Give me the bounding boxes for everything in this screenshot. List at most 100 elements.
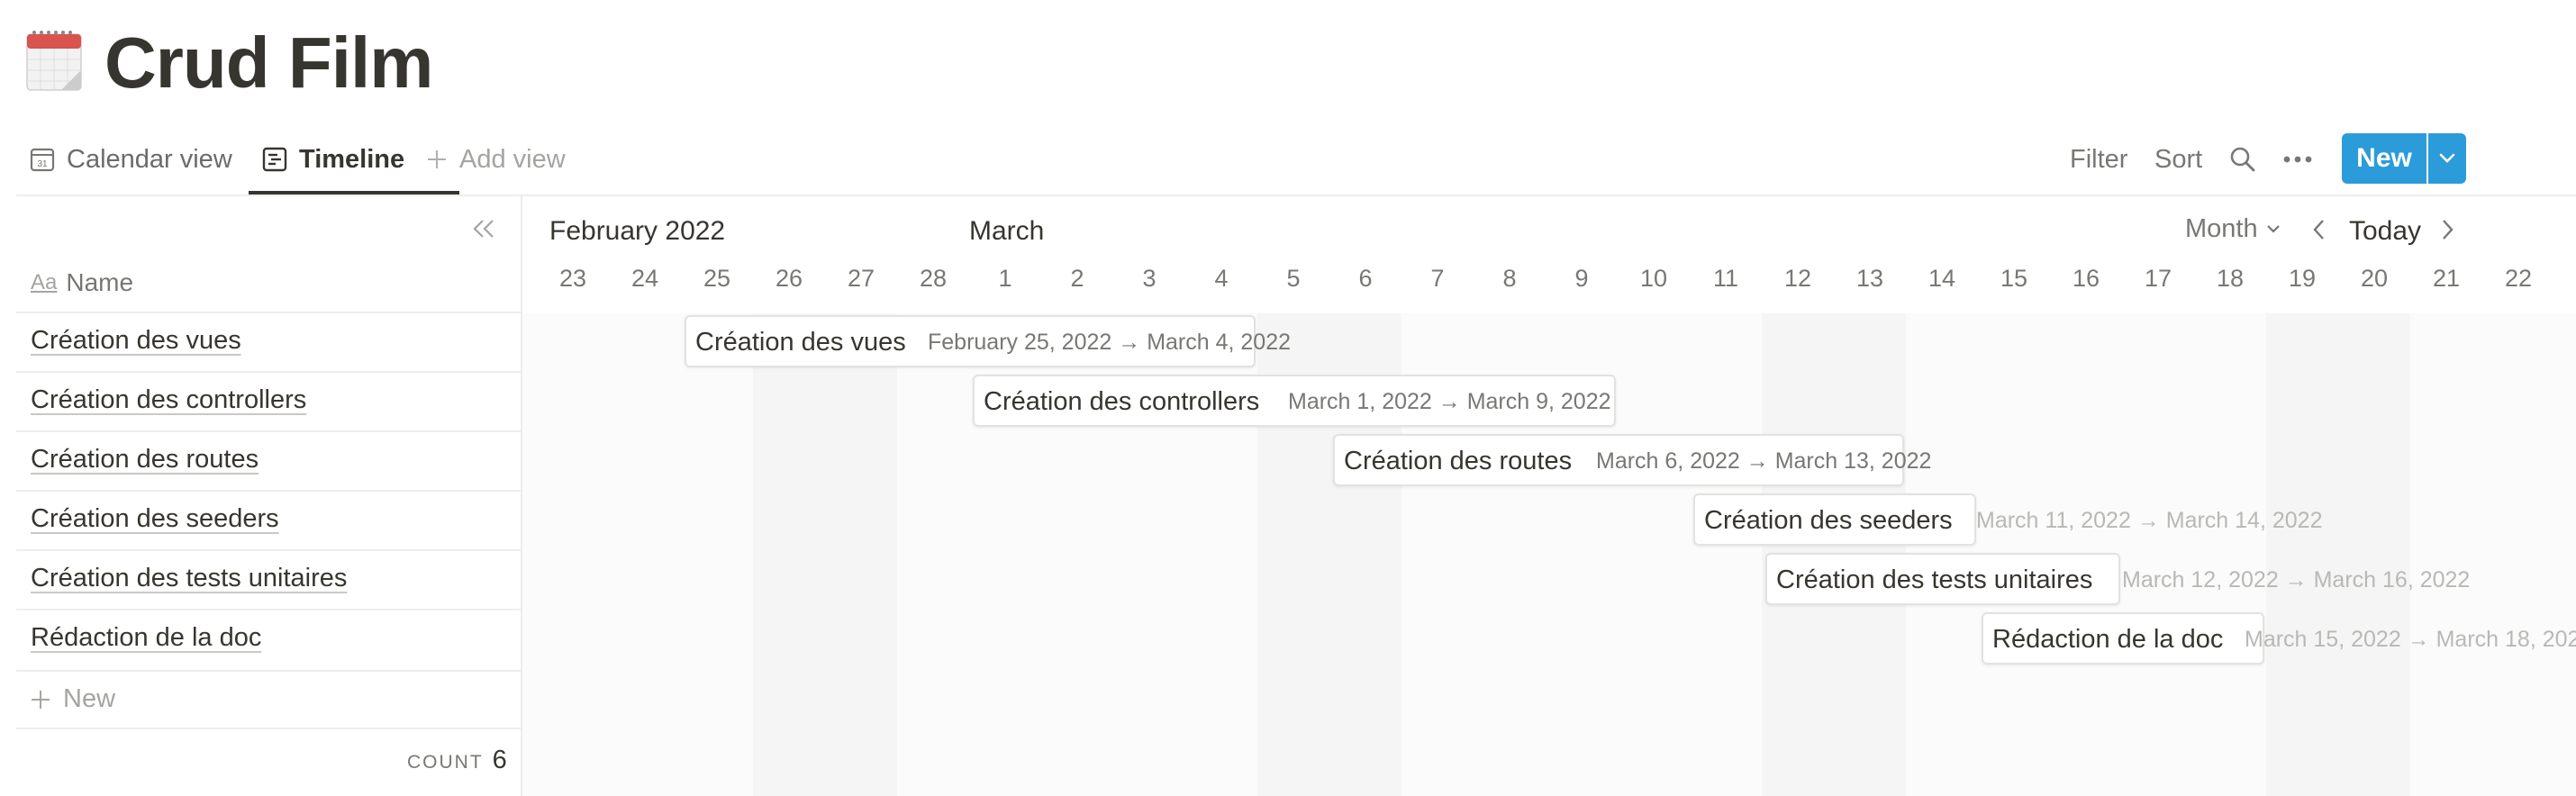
chevron-left-icon	[2313, 220, 2324, 240]
day-label: 14	[1927, 265, 1956, 292]
add-view-button[interactable]: Add view	[425, 133, 566, 185]
row-name[interactable]: Création des vues	[31, 326, 241, 356]
divider	[16, 670, 521, 672]
more-options-button[interactable]	[2282, 140, 2313, 178]
count-label: COUNT	[407, 752, 484, 773]
add-view-label: Add view	[459, 144, 566, 174]
bar-dates: March 11, 2022 → March 14, 2022	[1976, 508, 2323, 533]
chevron-right-icon	[2443, 220, 2454, 240]
day-label: 10	[1639, 265, 1668, 292]
next-button[interactable]	[2439, 218, 2455, 246]
divider	[16, 312, 521, 313]
bar-dates: February 25, 2022 → March 4, 2022	[928, 330, 1292, 355]
bar-dates: March 1, 2022 → March 9, 2022	[1288, 389, 1611, 414]
row-name[interactable]: Création des controllers	[31, 385, 306, 415]
divider	[16, 609, 521, 611]
add-row-button[interactable]: New	[29, 684, 115, 714]
day-label: 6	[1358, 265, 1373, 292]
text-property-icon: Aa	[31, 270, 58, 294]
row-name[interactable]: Création des seeders	[31, 504, 279, 534]
count-summary[interactable]: COUNT 6	[407, 746, 507, 775]
plus-icon	[428, 150, 446, 168]
tab-calendar-view[interactable]: 31 Calendar view	[29, 133, 232, 185]
ellipsis-icon	[2283, 156, 2312, 163]
calendar-icon: 31	[30, 148, 55, 172]
name-column-header[interactable]: Aa Name	[31, 268, 133, 297]
day-label: 25	[703, 265, 731, 292]
day-label: 26	[775, 265, 803, 292]
sort-button[interactable]: Sort	[2154, 140, 2202, 178]
day-label: 11	[1712, 265, 1739, 292]
row-name[interactable]: Création des routes	[31, 445, 259, 475]
day-label: 17	[2144, 265, 2172, 292]
calendar-page-icon[interactable]	[25, 27, 83, 92]
search-icon	[2230, 147, 2255, 172]
bar-dates: March 12, 2022 → March 16, 2022	[2122, 567, 2471, 592]
tab-label: Calendar view	[67, 144, 232, 174]
scale-label: Month	[2185, 214, 2258, 243]
today-button[interactable]: Today	[2349, 216, 2421, 247]
timeline-icon	[262, 147, 287, 172]
column-divider	[521, 196, 522, 796]
day-label: 8	[1502, 265, 1517, 292]
chevron-down-icon	[2266, 224, 2280, 233]
day-label: 15	[2000, 265, 2028, 292]
month-label: February 2022	[549, 216, 726, 246]
day-label: 19	[2288, 265, 2317, 292]
bar-title: Rédaction de la doc	[1992, 625, 2224, 654]
new-dropdown-button[interactable]	[2428, 133, 2466, 184]
divider	[16, 371, 521, 373]
tab-label: Timeline	[299, 144, 405, 174]
day-label: 2	[1070, 265, 1084, 292]
day-label: 27	[847, 265, 875, 292]
weekend-shade	[753, 313, 897, 796]
weekend-shade	[2266, 313, 2410, 796]
plus-icon	[32, 690, 50, 709]
month-label: March	[969, 216, 1045, 246]
row-name[interactable]: Rédaction de la doc	[31, 623, 261, 653]
day-label: 18	[2216, 265, 2245, 292]
bar-title: Création des routes	[1344, 447, 1573, 475]
day-label: 4	[1214, 265, 1229, 292]
divider	[16, 194, 2576, 196]
day-label: 5	[1286, 265, 1301, 292]
bar-dates: March 15, 2022 → March 18, 2022	[2245, 627, 2576, 652]
day-label: 16	[2072, 265, 2100, 292]
search-button[interactable]	[2228, 140, 2257, 178]
tab-timeline[interactable]: Timeline	[261, 133, 404, 185]
day-label: 20	[2360, 265, 2389, 292]
day-label: 3	[1142, 265, 1156, 292]
add-row-label: New	[63, 684, 116, 713]
day-label: 23	[558, 265, 587, 292]
previous-button[interactable]	[2311, 218, 2327, 246]
divider	[16, 728, 521, 729]
divider	[16, 490, 521, 492]
new-button[interactable]: New	[2342, 133, 2426, 184]
filter-button[interactable]: Filter	[2070, 140, 2127, 178]
day-label: 21	[2432, 265, 2461, 292]
svg-text:31: 31	[37, 159, 48, 169]
double-chevron-left-icon	[473, 220, 494, 238]
collapse-sidebar-button[interactable]	[470, 218, 497, 244]
count-value: 6	[492, 746, 507, 774]
day-label: 13	[1855, 265, 1884, 292]
day-label: 7	[1430, 265, 1445, 292]
day-label: 24	[630, 265, 659, 292]
column-header-label: Name	[66, 268, 134, 296]
bar-dates: March 6, 2022 → March 13, 2022	[1596, 448, 1932, 474]
divider	[16, 430, 521, 432]
bar-title: Création des vues	[695, 328, 906, 357]
row-name[interactable]: Création des tests unitaires	[31, 564, 347, 593]
bar-title: Création des seeders	[1704, 506, 1953, 535]
page-title: Crud Film	[104, 23, 433, 103]
day-label: 12	[1783, 265, 1812, 292]
chevron-down-icon	[2439, 153, 2455, 163]
bar-title: Création des tests unitaires	[1776, 565, 2093, 594]
bar-title: Création des controllers	[984, 387, 1260, 416]
day-label: 28	[919, 265, 948, 292]
divider	[16, 549, 521, 551]
scale-select[interactable]: Month	[2185, 214, 2281, 244]
day-label: 22	[2504, 265, 2533, 292]
day-label: 1	[998, 265, 1012, 292]
day-label: 9	[1574, 265, 1589, 292]
